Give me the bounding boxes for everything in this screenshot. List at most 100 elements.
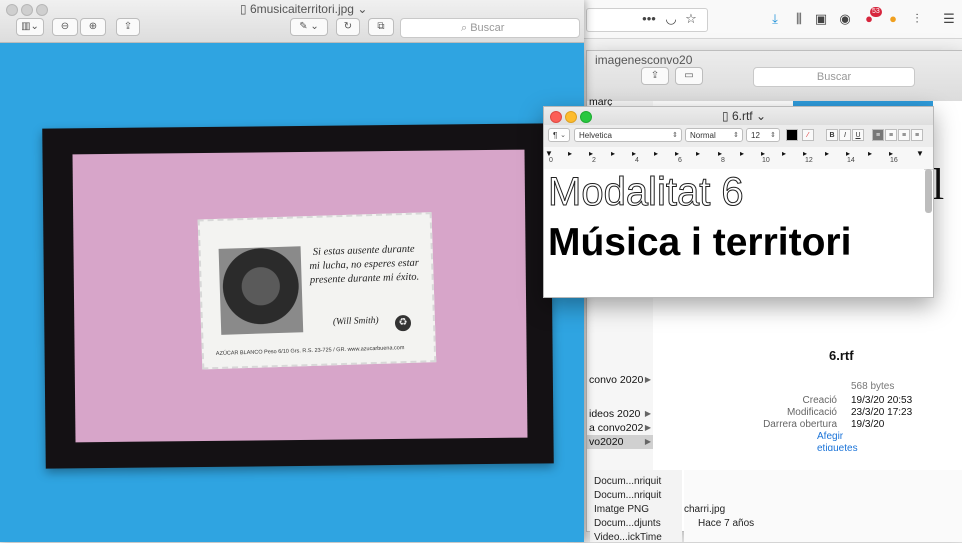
search-icon: ⌕ — [461, 22, 471, 34]
tab-stop[interactable]: ▸ — [825, 149, 829, 158]
finder-search-input[interactable]: Buscar — [753, 67, 915, 87]
ruler-number: 12 — [805, 157, 813, 164]
vertical-scrollbar[interactable] — [925, 169, 932, 213]
sachet-footer: AZÚCAR BLANCO Peso 6/10 Grs. R.S. 23-725… — [215, 345, 405, 358]
opened-value: 19/3/20 — [851, 419, 885, 430]
modified-label: Modificació — [786, 407, 837, 418]
extension-badge: 53 — [870, 7, 882, 17]
ruler-number: 14 — [847, 157, 855, 164]
sugar-sachet: Si estas ausente durante mi lucha, no es… — [197, 212, 437, 370]
text-document-body[interactable]: Modalitat 6 Música i territori — [544, 169, 924, 297]
ruler-number: 2 — [592, 157, 596, 164]
ruler-number: 10 — [762, 157, 770, 164]
sidebar-icon[interactable]: ▣ — [812, 10, 830, 28]
zoom-button[interactable] — [580, 111, 592, 123]
sachet-author: (Will Smith) — [332, 315, 379, 328]
tab-stop[interactable]: ▸ — [611, 149, 615, 158]
list-item[interactable]: convo 2020 ▶ — [587, 373, 653, 387]
list-item[interactable]: Imatge PNG — [594, 504, 649, 515]
close-button[interactable] — [550, 111, 562, 123]
bookmark-star-icon[interactable]: ☆ — [682, 10, 700, 28]
document-title-line[interactable]: Música i territori — [548, 221, 851, 265]
tag-button[interactable]: ▭ — [675, 67, 703, 85]
framed-photo: Si estas ausente durante mi lucha, no es… — [42, 123, 554, 469]
list-item[interactable]: Video...ickTime — [594, 532, 662, 543]
document-icon: ▯ — [240, 2, 250, 16]
library-icon[interactable]: ⫼ — [790, 10, 808, 28]
tab-stop[interactable]: ▸ — [696, 149, 700, 158]
minimize-button[interactable] — [565, 111, 577, 123]
tab-stop[interactable]: ▸ — [740, 149, 744, 158]
modified-value: 23/3/20 17:23 — [851, 407, 913, 418]
zoom-button[interactable] — [36, 4, 48, 16]
document-icon: ▯ — [722, 109, 732, 123]
more-actions-icon[interactable]: ••• — [640, 10, 658, 28]
window-title: ▯ 6.rtf ⌄ — [722, 109, 766, 123]
tab-stop[interactable]: ▸ — [568, 149, 572, 158]
list-item[interactable]: Docum...nriquit — [594, 476, 661, 487]
firefox-toolbar: ••• ◡ ☆ ⤓ ⫼ ▣ ◉ ● 53 ● ⫶ ☰ — [580, 0, 962, 39]
paragraph-style-select[interactable]: ¶ ⌄ — [548, 128, 570, 142]
highlight-color-button[interactable]: ⁄ — [802, 129, 814, 141]
font-family-select[interactable]: Helvetica ⇕ — [574, 128, 682, 142]
pocket-icon[interactable]: ◡ — [662, 10, 680, 28]
extension-2-icon[interactable]: ● — [884, 10, 902, 28]
underline-button[interactable]: U — [852, 129, 864, 141]
ruler-number: 0 — [549, 157, 553, 164]
right-margin-marker[interactable]: ▼ — [916, 149, 924, 158]
created-label: Creació — [802, 395, 837, 406]
zoom-out-button[interactable]: ⊖ — [52, 18, 78, 36]
preview-search-input[interactable]: ⌕ Buscar — [400, 18, 580, 38]
markup-pen-button[interactable]: ✎ ⌄ — [290, 18, 328, 36]
list-item[interactable]: ideos 2020 ▶ — [587, 407, 653, 421]
align-right-button[interactable]: ≡ — [898, 129, 910, 141]
account-icon[interactable]: ◉ — [836, 10, 854, 28]
sachet-quote: Si estas ausente durante mi lucha, no es… — [309, 243, 420, 287]
menu-icon[interactable]: ☰ — [940, 10, 958, 28]
font-size-select[interactable]: 12 ⇕ — [746, 128, 780, 142]
italic-button[interactable]: I — [839, 129, 851, 141]
minimize-button[interactable] — [21, 4, 33, 16]
ruler[interactable]: ▼ 0 ▸ ▸ 2 ▸ ▸ 4 ▸ ▸ 6 ▸ ▸ 8 ▸ ▸ 10 ▸ ▸ 1… — [544, 147, 933, 170]
align-left-button[interactable]: ≡ — [872, 129, 884, 141]
background-text-fragment: l — [932, 160, 945, 209]
file-name[interactable]: charri.jpg — [684, 504, 725, 515]
list-item[interactable]: Docum...djunts — [594, 518, 661, 529]
photo-mat: Si estas ausente durante mi lucha, no es… — [72, 149, 528, 443]
sidebar-toggle-button[interactable]: ▥⌄ — [16, 18, 44, 36]
created-value: 19/3/20 20:53 — [851, 395, 913, 406]
ruler-number: 8 — [721, 157, 725, 164]
opened-label: Darrera obertura — [763, 419, 837, 430]
tab-stop[interactable]: ▸ — [868, 149, 872, 158]
file-name: 6.rtf — [829, 348, 854, 363]
justify-button[interactable]: ≡ — [911, 129, 923, 141]
list-item[interactable]: Docum...nriquit — [594, 490, 661, 501]
format-bar: ¶ ⌄ Helvetica ⇕ Normal ⇕ 12 ⇕ ⁄ B I U ≡ ≡ ≡ … — [544, 125, 933, 148]
document-heading-line[interactable]: Modalitat 6 — [548, 171, 745, 214]
text-color-button[interactable] — [786, 129, 798, 141]
close-button[interactable] — [6, 4, 18, 16]
list-item[interactable]: a convo202 ▶ — [587, 421, 653, 435]
align-center-button[interactable]: ≡ — [885, 129, 897, 141]
tab-stop[interactable]: ▸ — [782, 149, 786, 158]
extension-3-icon[interactable]: ⫶ — [908, 10, 926, 28]
date-text: Hace 7 años — [698, 518, 755, 529]
textedit-titlebar: ▯ 6.rtf ⌄ — [544, 107, 933, 125]
add-tags-link[interactable]: Afegir etiquetes — [817, 431, 877, 451]
bold-button[interactable]: B — [826, 129, 838, 141]
tab-stop[interactable]: ▸ — [654, 149, 658, 158]
ruler-number: 6 — [678, 157, 682, 164]
chevron-down-icon[interactable]: ⌄ — [354, 2, 367, 16]
window-title: ▯ 6musicaiterritori.jpg ⌄ — [240, 2, 368, 16]
finder-title: imagenesconvo20 — [595, 53, 693, 67]
share-button[interactable]: ⇪ — [116, 18, 140, 36]
chevron-down-icon[interactable]: ⌄ — [753, 109, 766, 123]
markup-toolbox-button[interactable]: ⧉ — [368, 18, 394, 36]
list-item[interactable]: vo2020 ▶ — [587, 435, 653, 449]
zoom-in-button[interactable]: ⊕ — [80, 18, 106, 36]
share-button[interactable]: ⇪ — [641, 67, 669, 85]
download-icon[interactable]: ⤓ — [766, 10, 784, 28]
recent-files-strip: charri.jpg Hace 7 años — [684, 470, 962, 542]
rotate-button[interactable]: ↻ — [336, 18, 360, 36]
font-style-select[interactable]: Normal ⇕ — [685, 128, 743, 142]
